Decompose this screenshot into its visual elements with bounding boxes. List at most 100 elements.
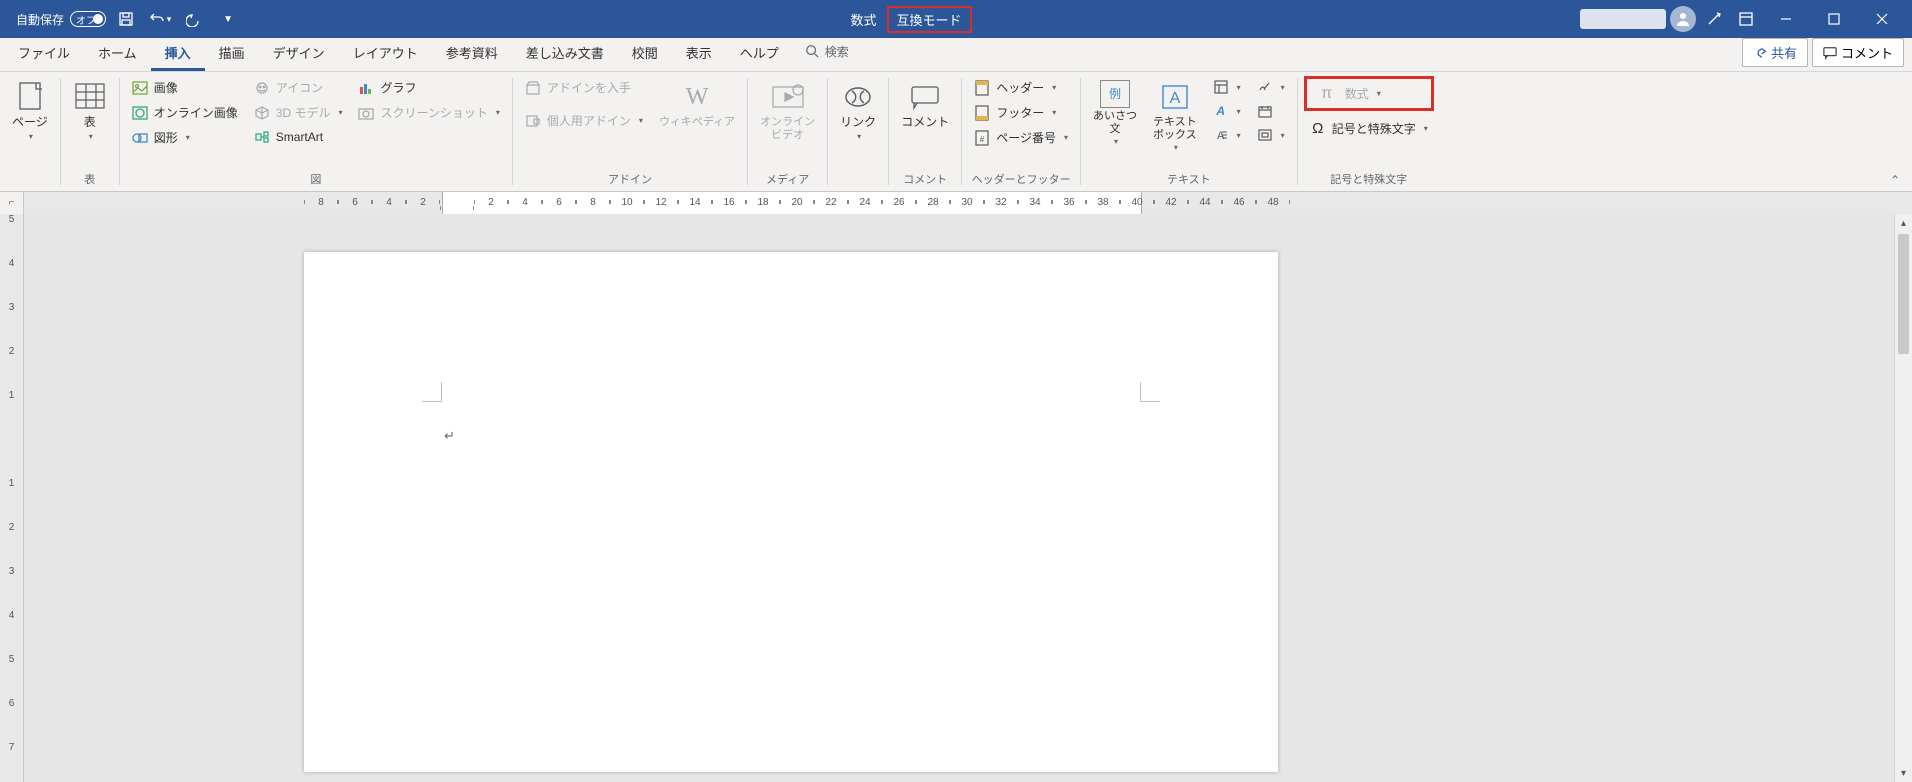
greeting-button[interactable]: 例 あいさつ 文▾ — [1087, 76, 1143, 150]
3d-models-button[interactable]: 3D モデル▾ — [248, 101, 349, 124]
coming-soon-icon[interactable] — [1700, 5, 1728, 33]
undo-button[interactable]: ▾ — [146, 5, 174, 33]
group-links-label — [834, 173, 882, 191]
ruler-tick: 42 — [1154, 197, 1188, 208]
online-pictures-button[interactable]: オンライン画像 — [126, 101, 244, 124]
pages-button[interactable]: ページ▾ — [6, 76, 54, 145]
tell-me-search[interactable]: 検索 — [793, 35, 861, 71]
collapse-ribbon-button[interactable]: ⌃ — [1884, 171, 1906, 189]
search-placeholder: 検索 — [825, 43, 849, 60]
ruler-tick: 8 — [304, 197, 338, 208]
wordart-button[interactable]: A▾ — [1207, 100, 1247, 122]
maximize-button[interactable] — [1812, 4, 1856, 34]
tab-file[interactable]: ファイル — [4, 35, 84, 71]
signature-button[interactable]: ▾ — [1251, 76, 1291, 98]
ribbon: ページ▾ 表▾ 表 画像 オンライン画像 図形▾ アイコン 3D モデル▾ — [0, 72, 1912, 192]
my-addins-label: 個人用アドイン — [547, 112, 631, 129]
user-avatar[interactable] — [1670, 6, 1696, 32]
ruler-tick: 6 — [338, 197, 372, 208]
link-button[interactable]: リンク▾ — [834, 76, 882, 145]
ruler-tick: 5 — [0, 214, 23, 225]
my-addins-button[interactable]: 個人用アドイン▾ — [519, 109, 649, 132]
horizontal-ruler[interactable]: ⌐ 86422468101214161820222426283032343638… — [0, 192, 1912, 214]
equation-label: 数式 — [1345, 85, 1369, 102]
vertical-ruler[interactable]: 543211234567 — [0, 214, 24, 782]
scroll-down-button[interactable]: ▾ — [1895, 764, 1912, 782]
scroll-thumb[interactable] — [1898, 234, 1909, 354]
compatibility-mode-badge: 互換モード — [887, 6, 972, 33]
tab-help[interactable]: ヘルプ — [726, 35, 793, 71]
pictures-label: 画像 — [154, 79, 178, 96]
tab-mailings[interactable]: 差し込み文書 — [512, 35, 618, 71]
tab-view[interactable]: 表示 — [672, 35, 726, 71]
tab-insert[interactable]: 挿入 — [151, 35, 205, 71]
get-addins-button[interactable]: アドインを入手 — [519, 76, 649, 99]
close-button[interactable] — [1860, 4, 1904, 34]
ruler-tick: 4 — [372, 197, 406, 208]
header-icon — [974, 80, 990, 96]
ruler-tick: 7 — [0, 742, 23, 753]
autosave-toggle[interactable]: 自動保存 オフ — [16, 11, 106, 28]
ribbon-display-options-icon[interactable] — [1732, 5, 1760, 33]
save-icon[interactable] — [112, 5, 140, 33]
table-button[interactable]: 表▾ — [67, 76, 113, 145]
equation-button[interactable]: π数式▾ — [1311, 81, 1389, 106]
ruler-tick: 2 — [474, 197, 508, 208]
tab-review[interactable]: 校閲 — [618, 35, 672, 71]
group-text-label: テキスト — [1087, 169, 1291, 191]
screenshot-button[interactable]: スクリーンショット▾ — [352, 101, 505, 124]
tab-design[interactable]: デザイン — [259, 35, 339, 71]
datetime-button[interactable] — [1251, 100, 1291, 122]
quickparts-icon — [1213, 79, 1229, 95]
smartart-button[interactable]: SmartArt — [248, 126, 349, 148]
tab-draw[interactable]: 描画 — [205, 35, 259, 71]
textbox-button[interactable]: A テキスト ボックス▾ — [1147, 76, 1203, 156]
document-area[interactable]: 543211234567 ↵ — [0, 214, 1894, 782]
tab-layout[interactable]: レイアウト — [339, 35, 432, 71]
scroll-up-button[interactable]: ▴ — [1895, 214, 1912, 232]
online-video-button[interactable]: オンライン ビデオ — [754, 76, 821, 145]
group-pages-label — [6, 173, 54, 191]
header-button[interactable]: ヘッダー▾ — [968, 76, 1074, 99]
tab-home[interactable]: ホーム — [84, 35, 151, 71]
ruler-tick: 5 — [0, 654, 23, 665]
minimize-button[interactable] — [1764, 4, 1808, 34]
share-button[interactable]: 共有 — [1742, 38, 1808, 67]
document-page[interactable]: ↵ — [304, 252, 1278, 772]
customize-qat-button[interactable]: ▼ — [214, 5, 242, 33]
paragraph-mark-icon: ↵ — [444, 428, 455, 444]
share-label: 共有 — [1771, 43, 1797, 62]
online-pictures-icon — [132, 105, 148, 121]
dropcap-button[interactable]: A▾ — [1207, 124, 1247, 146]
new-comment-icon — [908, 80, 942, 114]
new-comment-button[interactable]: コメント — [895, 76, 955, 134]
vertical-scrollbar[interactable]: ▴ ▾ — [1894, 214, 1912, 782]
chart-label: グラフ — [380, 79, 416, 96]
footer-button[interactable]: フッター▾ — [968, 101, 1074, 124]
shapes-button[interactable]: 図形▾ — [126, 126, 244, 149]
tab-references[interactable]: 参考資料 — [432, 35, 512, 71]
comment-button[interactable]: コメント — [1812, 38, 1904, 67]
redo-button[interactable] — [180, 5, 208, 33]
ruler-tick: 18 — [746, 197, 780, 208]
object-button[interactable]: ▾ — [1251, 124, 1291, 146]
page-number-label: ページ番号 — [996, 129, 1056, 146]
icons-button[interactable]: アイコン — [248, 76, 349, 99]
shapes-label: 図形 — [154, 129, 178, 146]
store-icon — [525, 80, 541, 96]
addins-icon — [525, 113, 541, 129]
calendar-icon — [1257, 103, 1273, 119]
chart-button[interactable]: グラフ — [352, 76, 505, 99]
icons-icon — [254, 80, 270, 96]
page-number-button[interactable]: #ページ番号▾ — [968, 126, 1074, 149]
symbol-button[interactable]: Ω記号と特殊文字▾ — [1304, 117, 1434, 140]
quickparts-button[interactable]: ▾ — [1207, 76, 1247, 98]
wikipedia-button[interactable]: W ウィキペディア — [653, 76, 741, 133]
smartart-icon — [254, 129, 270, 145]
ruler-corner[interactable]: ⌐ — [0, 192, 24, 214]
ruler-tick: 22 — [814, 197, 848, 208]
ruler-tick: 26 — [882, 197, 916, 208]
pictures-button[interactable]: 画像 — [126, 76, 244, 99]
titlebar-search-pill[interactable] — [1580, 9, 1666, 29]
ruler-tick: 36 — [1052, 197, 1086, 208]
